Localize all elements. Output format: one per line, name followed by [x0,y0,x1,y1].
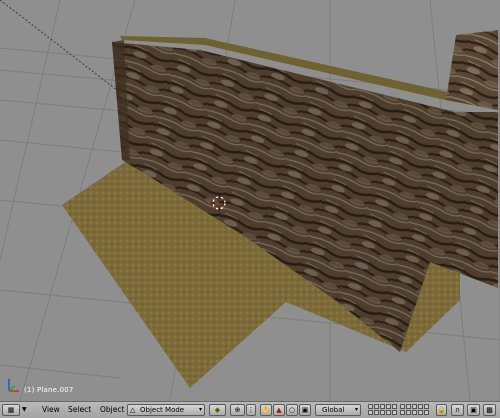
active-object-label: (1) Plane.007 [24,386,74,394]
layer-15[interactable] [392,410,397,415]
pivot-select[interactable]: ⊕ [230,404,245,416]
layer-2[interactable] [374,404,379,409]
translate-icon: ▲ [276,406,282,414]
render-icon: ▣ [470,406,477,414]
hand-icon: ✋ [261,406,271,414]
orientation-select[interactable]: Global ▾ [315,404,361,416]
chevron-down-icon: ▾ [198,406,202,413]
layer-buttons [368,402,432,418]
object-mode-icon: △ [130,406,136,414]
shading-select[interactable]: ◆ [209,404,226,416]
layer-13[interactable] [380,410,385,415]
rotate-icon: ○ [288,406,296,414]
far-wall [446,30,498,110]
layer-17[interactable] [406,410,411,415]
scale-icon: ▣ [301,406,309,414]
lock-layers-button[interactable]: 🔒 [436,404,447,416]
translate-manipulator[interactable]: ▲ [273,404,285,416]
header-collapse-icon[interactable]: ▼ [22,404,30,416]
snap-toggle[interactable]: ∩ [451,404,464,416]
view3d-icon: ▦ [7,406,15,414]
layer-6[interactable] [400,404,405,409]
lock-icon: 🔒 [437,406,446,414]
solid-shading-icon: ◆ [214,406,221,414]
3d-viewport[interactable]: (1) Plane.007 [0,0,500,401]
axes-gizmo-icon [8,379,19,392]
layer-4[interactable] [386,404,391,409]
layer-14[interactable] [386,410,391,415]
mode-label: Object Mode [140,406,185,414]
layer-12[interactable] [374,410,379,415]
view-line [0,0,123,95]
manipulator-toggle[interactable]: ✋ [260,404,272,416]
rotate-manipulator[interactable]: ○ [286,404,298,416]
view3d-header: ▦ ▼ View Select Object △ Object Mode ▾ ◆… [0,401,500,418]
editor-type-button[interactable]: ▦ [2,404,20,416]
chevron-down-icon: ▾ [354,406,358,413]
pivot-align-button[interactable]: ⋮ [246,404,256,416]
layer-3[interactable] [380,404,385,409]
layer-5[interactable] [392,404,397,409]
layer-11[interactable] [368,410,373,415]
layer-18[interactable] [412,410,417,415]
dots-icon: ⋮ [247,406,255,414]
orientation-label: Global [322,406,345,414]
blender-window: (1) Plane.007 ▦ ▼ View Select Object △ O… [0,0,500,418]
layer-16[interactable] [400,410,405,415]
layer-20[interactable] [424,410,429,415]
pivot-icon: ⊕ [234,406,241,414]
layer-10[interactable] [424,404,429,409]
film-icon: ▩ [486,406,493,414]
mode-select[interactable]: △ Object Mode ▾ [127,404,205,416]
menu-object[interactable]: Object [98,404,126,416]
layer-1[interactable] [368,404,373,409]
layer-19[interactable] [418,410,423,415]
magnet-icon: ∩ [454,406,461,414]
opengl-render-button[interactable]: ▣ [467,404,480,416]
menu-select[interactable]: Select [66,404,93,416]
layer-7[interactable] [406,404,411,409]
layer-8[interactable] [412,404,417,409]
menu-view[interactable]: View [40,404,62,416]
render-animation-button[interactable]: ▩ [483,404,496,416]
scale-manipulator[interactable]: ▣ [299,404,311,416]
scene-render [0,0,500,401]
layer-9[interactable] [418,404,423,409]
